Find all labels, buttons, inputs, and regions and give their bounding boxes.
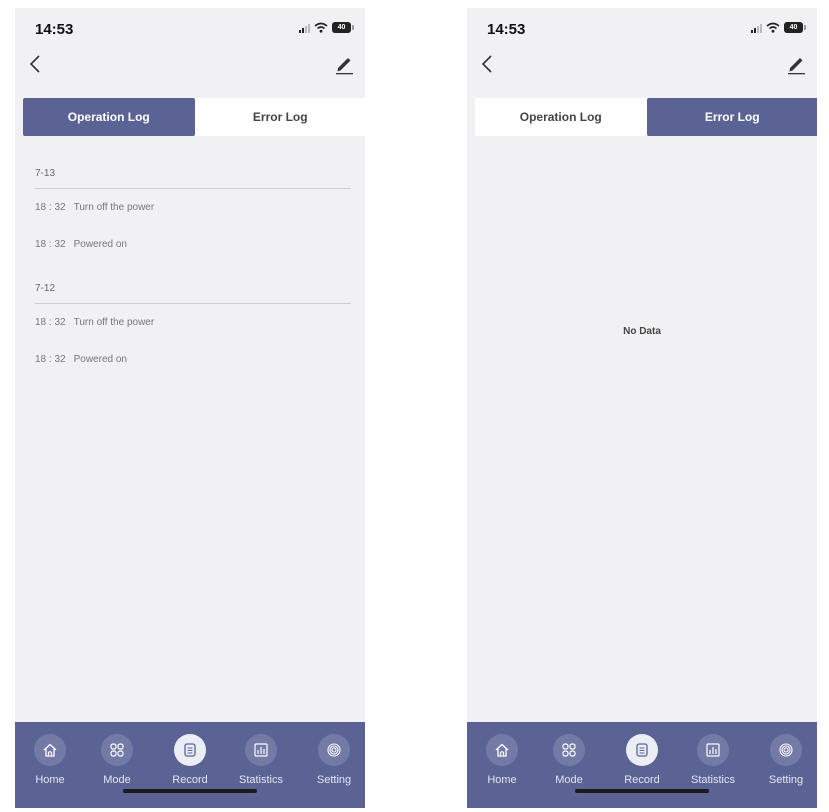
tabbar-label: Mode [555,774,583,786]
tab-operation-log[interactable]: Operation Log [475,98,647,136]
grid-icon [553,734,585,766]
document-icon [174,734,206,766]
signal-icon [299,23,310,33]
signal-icon [751,23,762,33]
bar-chart-icon [245,734,277,766]
tabbar-item-mode[interactable]: Mode [534,734,604,786]
status-icons: 40 [751,22,806,33]
log-entry-time: 18 : 32 [35,239,66,250]
wifi-icon [314,22,328,33]
edit-icon[interactable] [785,52,807,76]
log-entry-text: Powered on [73,354,127,365]
tabbar-label: Mode [103,774,131,786]
error-log-screen: 14:53 40 Operation Log Error Log No Data… [467,8,817,808]
battery-icon: 40 [784,22,806,33]
tabbar-label: Setting [316,774,352,786]
battery-level: 40 [789,24,798,31]
log-entry: 18 : 32 Turn off the power [35,189,365,226]
nav-bar [15,50,365,80]
back-icon[interactable] [477,52,499,76]
status-icons: 40 [299,22,354,33]
tabbar-item-setting[interactable]: Setting [299,734,365,786]
log-entry-time: 18 : 32 [35,202,66,213]
home-icon [486,734,518,766]
tabbar-item-home[interactable]: Home [467,734,537,786]
log-entry-time: 18 : 32 [35,317,66,328]
tabbar-item-record[interactable]: Record [155,734,225,786]
empty-state-text: No Data [623,326,661,337]
home-icon [34,734,66,766]
tabbar-item-mode[interactable]: Mode [82,734,152,786]
nav-bar [467,50,817,80]
battery-level: 40 [337,24,346,31]
target-icon [318,734,350,766]
tabbar-label: Home [35,774,65,786]
log-entry-text: Turn off the power [73,317,155,328]
tabbar-item-statistics[interactable]: Statistics [678,734,748,786]
log-entry: 18 : 32 Turn off the power [35,304,365,341]
tabbar-label: Statistics [238,774,283,786]
status-bar: 14:53 40 [467,8,817,48]
status-time: 14:53 [35,21,74,38]
tab-operation-log[interactable]: Operation Log [23,98,195,136]
log-date: 7-12 [35,275,351,304]
tabbar-item-statistics[interactable]: Statistics [226,734,296,786]
bottom-tab-bar: Home Mode Record Statistics Setting [467,722,817,808]
document-icon [626,734,658,766]
tabbar-label: Statistics [690,774,735,786]
grid-icon [101,734,133,766]
home-indicator [123,789,257,793]
operation-log-list: 7-13 18 : 32 Turn off the power 18 : 32 Po… [15,160,365,390]
tabbar-label: Setting [768,774,804,786]
tabbar-item-setting[interactable]: Setting [751,734,817,786]
log-tabs: Operation Log Error Log [23,98,365,136]
status-bar: 14:53 40 [15,8,365,48]
log-entry-time: 18 : 32 [35,354,66,365]
wifi-icon [766,22,780,33]
tabbar-item-home[interactable]: Home [15,734,85,786]
back-icon[interactable] [25,52,47,76]
battery-icon: 40 [332,22,354,33]
edit-icon[interactable] [333,52,355,76]
tab-error-log[interactable]: Error Log [646,98,817,136]
bottom-tab-bar: Home Mode Record Statistics Setting [15,722,365,808]
log-tabs: Operation Log Error Log [475,98,817,136]
log-entry: 18 : 32 Powered on [35,341,365,378]
log-entry-text: Powered on [73,239,127,250]
status-time: 14:53 [487,21,526,38]
bar-chart-icon [697,734,729,766]
log-entry-text: Turn off the power [73,202,155,213]
log-day-group: 7-13 18 : 32 Turn off the power 18 : 32 Po… [15,160,365,263]
operation-log-screen: 14:53 40 Operation Log Error Log 7-13 18… [15,8,365,808]
tabbar-label: Record [624,774,660,786]
log-day-group: 7-12 18 : 32 Turn off the power 18 : 32 Po… [15,275,365,378]
tabbar-label: Home [487,774,517,786]
home-indicator [575,789,709,793]
log-entry: 18 : 32 Powered on [35,226,365,263]
tab-error-log[interactable]: Error Log [195,98,366,136]
target-icon [770,734,802,766]
tabbar-label: Record [172,774,208,786]
log-date: 7-13 [35,160,351,189]
tabbar-item-record[interactable]: Record [607,734,677,786]
